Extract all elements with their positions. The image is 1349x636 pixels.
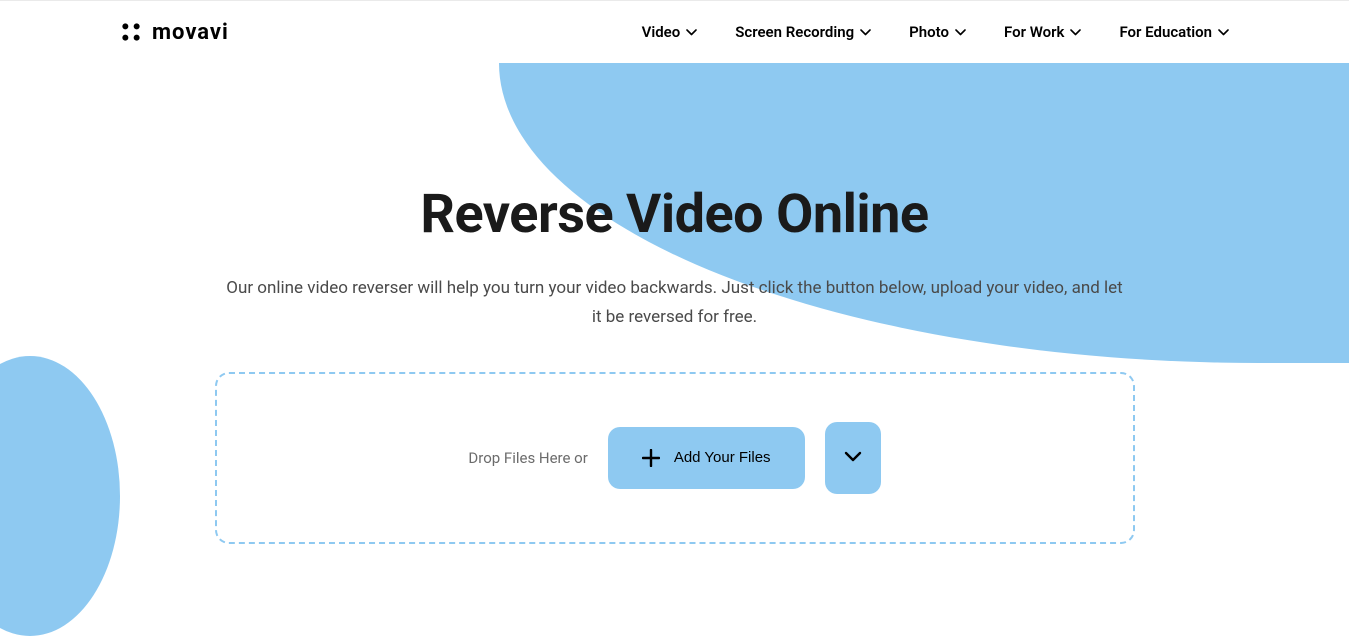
- chevron-down-icon: [1070, 29, 1081, 36]
- logo-text: movavi: [152, 20, 229, 45]
- chevron-down-icon: [1218, 29, 1229, 36]
- page-subtitle: Our online video reverser will help you …: [225, 274, 1125, 332]
- add-files-label: Add Your Files: [674, 449, 771, 466]
- file-dropzone[interactable]: Drop Files Here or Add Your Files: [215, 372, 1135, 544]
- nav-item-photo[interactable]: Photo: [909, 23, 966, 41]
- nav-item-screen-recording[interactable]: Screen Recording: [735, 23, 871, 41]
- nav-label: Video: [642, 23, 681, 41]
- nav-label: For Work: [1004, 23, 1064, 41]
- nav-item-for-work[interactable]: For Work: [1004, 23, 1081, 41]
- logo[interactable]: movavi: [120, 20, 229, 45]
- nav-item-for-education[interactable]: For Education: [1119, 23, 1229, 41]
- plus-icon: [642, 449, 660, 467]
- nav-label: Photo: [909, 23, 949, 41]
- nav-item-video[interactable]: Video: [642, 23, 698, 41]
- chevron-down-icon: [860, 29, 871, 36]
- add-files-dropdown-button[interactable]: [825, 422, 881, 494]
- add-files-button[interactable]: Add Your Files: [608, 427, 805, 489]
- drop-label: Drop Files Here or: [468, 449, 587, 467]
- chevron-down-icon: [955, 29, 966, 36]
- nav-label: Screen Recording: [735, 23, 854, 41]
- main-nav: Video Screen Recording Photo For Work Fo…: [642, 23, 1229, 41]
- nav-label: For Education: [1119, 23, 1212, 41]
- logo-icon: [115, 16, 146, 47]
- page-title: Reverse Video Online: [0, 183, 1349, 246]
- chevron-down-icon: [686, 29, 697, 36]
- main-content: Reverse Video Online Our online video re…: [0, 63, 1349, 544]
- header: movavi Video Screen Recording Photo For …: [0, 1, 1349, 63]
- chevron-down-icon: [844, 450, 862, 465]
